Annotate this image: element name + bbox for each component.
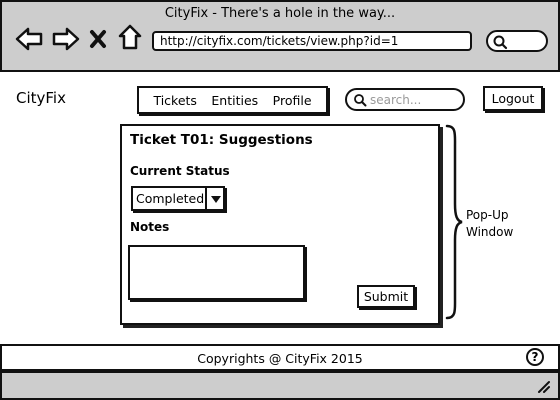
forward-arrow-icon[interactable] — [51, 24, 81, 54]
status-label: Current Status — [130, 164, 230, 178]
window-title: CityFix - There's a hole in the way... — [164, 6, 396, 21]
notes-label: Notes — [130, 220, 170, 234]
annotation-line-2: Window — [466, 225, 514, 239]
annotation-line-1: Pop-Up — [466, 208, 509, 222]
search-placeholder: search... — [370, 92, 422, 107]
brand-logo: CityFix — [16, 89, 66, 107]
close-x-icon[interactable] — [87, 24, 109, 54]
home-icon[interactable] — [115, 22, 145, 52]
popup-title: Ticket T01: Suggestions — [130, 132, 313, 148]
notes-textarea[interactable] — [128, 245, 305, 300]
nav-profile[interactable]: Profile — [273, 93, 312, 108]
submit-button[interactable]: Submit — [357, 285, 415, 308]
browser-search-field[interactable] — [486, 30, 548, 52]
search-input[interactable]: search... — [345, 88, 465, 111]
nav-tickets[interactable]: Tickets — [153, 93, 197, 108]
url-field[interactable]: http://cityfix.com/tickets/view.php?id=1 — [152, 31, 472, 51]
search-icon — [354, 93, 367, 106]
nav-entities[interactable]: Entities — [211, 93, 258, 108]
logout-button[interactable]: Logout — [483, 86, 543, 111]
status-select-value: Completed — [136, 191, 205, 206]
curly-brace — [445, 124, 463, 320]
resize-grip-icon[interactable] — [537, 380, 551, 394]
status-bar — [0, 371, 560, 400]
help-icon[interactable]: ? — [526, 348, 544, 366]
search-icon — [493, 35, 508, 50]
back-arrow-icon[interactable] — [14, 24, 44, 54]
popup-annotation: Pop-Up Window — [466, 207, 513, 241]
copyright-text: Copyrights @ CityFix 2015 — [197, 351, 363, 366]
chevron-down-icon[interactable] — [207, 186, 225, 211]
main-nav: Tickets Entities Profile — [137, 86, 328, 114]
